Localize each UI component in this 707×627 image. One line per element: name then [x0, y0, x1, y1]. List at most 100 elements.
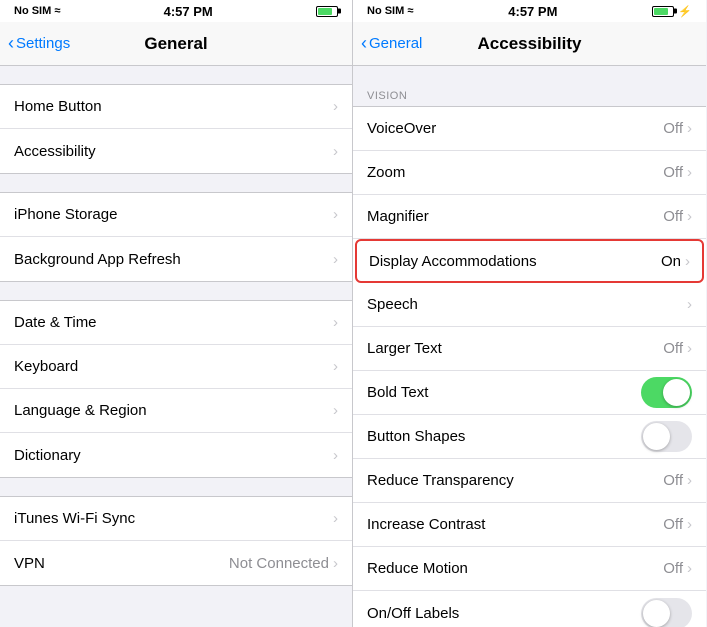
- list-item-date-time[interactable]: Date & Time ›: [0, 301, 352, 345]
- chevron-icon: ›: [687, 208, 692, 225]
- display-accommodations-right: On ›: [661, 253, 690, 270]
- keyboard-label: Keyboard: [14, 358, 78, 375]
- chevron-icon: ›: [333, 358, 338, 375]
- display-accommodations-value: On: [661, 253, 681, 270]
- reduce-motion-right: Off ›: [663, 560, 692, 577]
- chevron-icon: ›: [687, 340, 692, 357]
- button-shapes-right: [641, 421, 692, 452]
- list-item-home-button[interactable]: Home Button ›: [0, 85, 352, 129]
- wifi-icon: ≈: [407, 5, 413, 17]
- chevron-icon: ›: [333, 447, 338, 464]
- list-item-display-accommodations[interactable]: Display Accommodations On ›: [355, 239, 704, 283]
- display-accommodations-label: Display Accommodations: [369, 253, 537, 270]
- itunes-sync-right: ›: [333, 510, 338, 527]
- keyboard-right: ›: [333, 358, 338, 375]
- list-item-zoom[interactable]: Zoom Off ›: [353, 151, 706, 195]
- list-item-accessibility[interactable]: Accessibility ›: [0, 129, 352, 173]
- bold-text-label: Bold Text: [367, 384, 428, 401]
- home-button-label: Home Button: [14, 98, 102, 115]
- left-back-label: Settings: [16, 35, 70, 52]
- back-chevron-icon: ‹: [8, 33, 14, 54]
- gap2: [0, 174, 352, 192]
- battery-icon: [316, 6, 338, 17]
- magnifier-value: Off: [663, 208, 683, 225]
- reduce-motion-label: Reduce Motion: [367, 560, 468, 577]
- home-button-right: ›: [333, 98, 338, 115]
- magnifier-right: Off ›: [663, 208, 692, 225]
- zoom-right: Off ›: [663, 164, 692, 181]
- gap-r1: [353, 66, 706, 84]
- right-panel: No SIM ≈ 4:57 PM ⚡ ‹ General Accessibili…: [353, 0, 706, 627]
- chevron-icon: ›: [687, 472, 692, 489]
- date-time-label: Date & Time: [14, 314, 97, 331]
- right-nav-bar: ‹ General Accessibility: [353, 22, 706, 66]
- list-item-background-refresh[interactable]: Background App Refresh ›: [0, 237, 352, 281]
- chevron-icon: ›: [333, 314, 338, 331]
- list-item-magnifier[interactable]: Magnifier Off ›: [353, 195, 706, 239]
- accessibility-right: ›: [333, 143, 338, 160]
- onoff-labels-right: [641, 598, 692, 627]
- right-back-label: General: [369, 35, 422, 52]
- list-item-language[interactable]: Language & Region ›: [0, 389, 352, 433]
- background-refresh-right: ›: [333, 251, 338, 268]
- list-item-button-shapes[interactable]: Button Shapes: [353, 415, 706, 459]
- left-group-3: Date & Time › Keyboard › Language & Regi…: [0, 300, 352, 478]
- reduce-transparency-value: Off: [663, 472, 683, 489]
- larger-text-value: Off: [663, 340, 683, 357]
- list-item-dictionary[interactable]: Dictionary ›: [0, 433, 352, 477]
- right-back-button[interactable]: ‹ General: [361, 33, 422, 54]
- vpn-right: Not Connected ›: [229, 555, 338, 572]
- voiceover-label: VoiceOver: [367, 120, 436, 137]
- left-group-1: Home Button › Accessibility ›: [0, 84, 352, 174]
- list-item-increase-contrast[interactable]: Increase Contrast Off ›: [353, 503, 706, 547]
- reduce-transparency-right: Off ›: [663, 472, 692, 489]
- larger-text-label: Larger Text: [367, 340, 442, 357]
- list-item-voiceover[interactable]: VoiceOver Off ›: [353, 107, 706, 151]
- back-chevron-icon: ‹: [361, 33, 367, 54]
- speech-label: Speech: [367, 296, 418, 313]
- list-item-reduce-motion[interactable]: Reduce Motion Off ›: [353, 547, 706, 591]
- left-status-bar: No SIM ≈ 4:57 PM: [0, 0, 352, 22]
- list-item-itunes-sync[interactable]: iTunes Wi-Fi Sync ›: [0, 497, 352, 541]
- chevron-icon: ›: [333, 206, 338, 223]
- chevron-icon: ›: [685, 253, 690, 270]
- toggle-knob: [643, 423, 670, 450]
- reduce-transparency-label: Reduce Transparency: [367, 472, 514, 489]
- button-shapes-label: Button Shapes: [367, 428, 465, 445]
- list-item-bold-text[interactable]: Bold Text: [353, 371, 706, 415]
- right-scroll: VISION VoiceOver Off › Zoom Off › Magnif…: [353, 66, 706, 627]
- dictionary-right: ›: [333, 447, 338, 464]
- left-time: 4:57 PM: [164, 4, 213, 19]
- button-shapes-toggle[interactable]: [641, 421, 692, 452]
- chevron-icon: ›: [333, 143, 338, 160]
- chevron-icon: ›: [687, 164, 692, 181]
- list-item-onoff-labels[interactable]: On/Off Labels: [353, 591, 706, 627]
- iphone-storage-right: ›: [333, 206, 338, 223]
- increase-contrast-value: Off: [663, 516, 683, 533]
- increase-contrast-right: Off ›: [663, 516, 692, 533]
- right-carrier: No SIM ≈: [367, 5, 413, 17]
- wifi-icon: ≈: [54, 5, 60, 17]
- onoff-labels-toggle[interactable]: [641, 598, 692, 627]
- chevron-icon: ›: [333, 510, 338, 527]
- bold-text-toggle[interactable]: [641, 377, 692, 408]
- list-item-speech[interactable]: Speech ›: [353, 283, 706, 327]
- right-nav-title: Accessibility: [478, 34, 582, 54]
- left-group-4: iTunes Wi-Fi Sync › VPN Not Connected ›: [0, 496, 352, 586]
- battery-icon: [652, 6, 674, 17]
- date-time-right: ›: [333, 314, 338, 331]
- list-item-iphone-storage[interactable]: iPhone Storage ›: [0, 193, 352, 237]
- gap1: [0, 66, 352, 84]
- left-back-button[interactable]: ‹ Settings: [8, 33, 70, 54]
- list-item-larger-text[interactable]: Larger Text Off ›: [353, 327, 706, 371]
- list-item-keyboard[interactable]: Keyboard ›: [0, 345, 352, 389]
- magnifier-label: Magnifier: [367, 208, 429, 225]
- list-item-vpn[interactable]: VPN Not Connected ›: [0, 541, 352, 585]
- list-item-reduce-transparency[interactable]: Reduce Transparency Off ›: [353, 459, 706, 503]
- iphone-storage-label: iPhone Storage: [14, 206, 117, 223]
- increase-contrast-label: Increase Contrast: [367, 516, 485, 533]
- background-refresh-label: Background App Refresh: [14, 251, 181, 268]
- zoom-label: Zoom: [367, 164, 405, 181]
- zoom-value: Off: [663, 164, 683, 181]
- onoff-labels-label: On/Off Labels: [367, 605, 459, 622]
